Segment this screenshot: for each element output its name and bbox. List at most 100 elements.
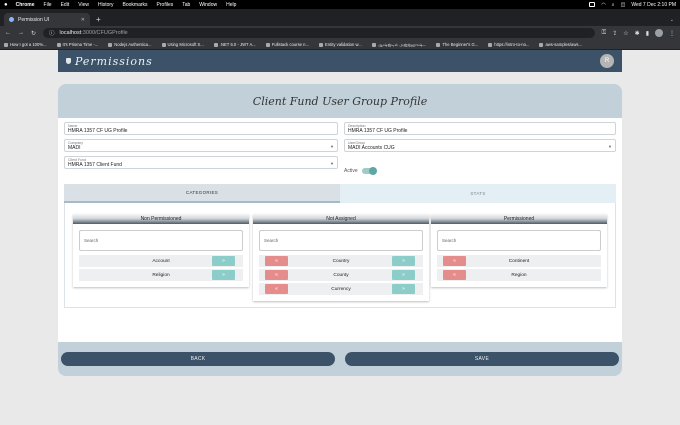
menu-tab[interactable]: Tab (182, 2, 190, 8)
page-title: Client Fund User Group Profile (252, 94, 428, 108)
tab-bar: CATEGORIES STATS (64, 184, 616, 203)
github-icon (539, 42, 544, 47)
wifi-icon[interactable]: ◠ (601, 2, 605, 8)
usergroup-value: MADI Accounts CUG (348, 145, 395, 151)
category-panels: Non Permissioned Search Account » Religi… (64, 203, 616, 308)
bookmark-favicon-icon (436, 42, 441, 47)
tab-search-chevron-icon[interactable]: ⌄ (670, 17, 674, 23)
battery-icon[interactable] (589, 2, 596, 7)
move-right-button[interactable]: » (392, 284, 415, 294)
bookmark-item[interactable]: https://intro-to-no... (488, 42, 529, 47)
forward-arrow-icon[interactable]: → (18, 30, 24, 36)
bookmark-favicon-icon (56, 42, 61, 47)
browser-toolbar: ← → ↻ ⓘ localhost:3000/CFUGProfile ⚿ ⇪ ☆… (0, 26, 680, 40)
site-info-icon[interactable]: ⓘ (49, 29, 55, 37)
bookmark-favicon-icon (265, 42, 270, 47)
browser-tab-strip: Permission UI ✕ + ⌄ (0, 9, 680, 26)
usergroup-select[interactable]: UserGroup MADI Accounts CUG ▼ (344, 139, 616, 152)
reload-icon[interactable]: ↻ (31, 30, 36, 37)
search-input[interactable]: Search (437, 230, 601, 251)
bookmark-item[interactable]: How I got a 100%... (4, 42, 47, 47)
bookmark-item[interactable]: Nodejs Authentica... (108, 42, 152, 47)
url-host: localhost (59, 30, 82, 36)
non-permissioned-panel: Non Permissioned Search Account » Religi… (73, 214, 249, 287)
bookmark-item[interactable]: aws-samples/aws... (539, 42, 582, 47)
chevron-down-icon: ▼ (330, 144, 334, 149)
user-avatar[interactable]: R (600, 54, 614, 68)
toolbar-icons: ⚿ ⇪ ☆ ✱ ▮ ⋮ (602, 29, 675, 37)
permissioned-panel: Permissioned Search « Continent « Region (431, 214, 607, 287)
list-item: « Country » (259, 255, 423, 267)
clock[interactable]: Wed 7 Dec 2:10 PM (631, 2, 676, 8)
bookmark-favicon-icon (488, 42, 493, 47)
move-right-button[interactable]: » (212, 270, 235, 280)
menu-app[interactable]: Chrome (16, 2, 35, 8)
bookmark-item[interactable]: .NET 6.0 - JWT A... (213, 42, 256, 47)
menu-view[interactable]: View (78, 2, 89, 8)
back-button[interactable]: BACK (61, 352, 335, 366)
profile-card: Client Fund User Group Profile Name HMRA… (58, 84, 622, 376)
os-menu-bar: ● Chrome File Edit View History Bookmark… (0, 0, 680, 9)
chevron-down-icon: ▼ (330, 161, 334, 166)
close-tab-icon[interactable]: ✕ (81, 17, 85, 23)
back-arrow-icon[interactable]: ← (5, 30, 11, 36)
active-toggle-row: Active (344, 167, 377, 175)
clientfund-value: HMRA 1357 Client Fund (68, 162, 122, 168)
menu-window[interactable]: Window (199, 2, 217, 8)
active-label: Active (344, 168, 358, 174)
move-right-button[interactable]: » (392, 270, 415, 280)
menu-profiles[interactable]: Profiles (157, 2, 174, 8)
chevron-down-icon: ▼ (608, 144, 612, 149)
description-field[interactable]: Description HMRA 1357 CF UG Profile (344, 122, 616, 135)
share-icon[interactable]: ⇪ (612, 30, 617, 37)
bookmark-favicon-icon (161, 42, 166, 47)
save-button[interactable]: SAVE (345, 352, 619, 366)
bookmarks-bar: How I got a 100%... It's Prisma Time -..… (0, 40, 680, 50)
list-item: « County » (259, 269, 423, 281)
address-bar[interactable]: ⓘ localhost:3000/CFUGProfile (43, 28, 595, 38)
search-input[interactable]: Search (79, 230, 243, 251)
tab-stats[interactable]: STATS (340, 184, 616, 203)
panel-title: Non Permissioned (73, 214, 249, 224)
new-tab-icon[interactable]: + (96, 15, 101, 24)
bookmark-favicon-icon (213, 42, 218, 47)
key-icon[interactable]: ⚿ (602, 30, 607, 37)
name-field[interactable]: Name HMRA 1357 CF UG Profile (64, 122, 338, 135)
search-icon[interactable]: ⌕ (612, 2, 615, 8)
tab-favicon-icon (9, 17, 14, 22)
menu-bookmarks[interactable]: Bookmarks (123, 2, 148, 8)
extensions-icon[interactable]: ✱ (635, 30, 640, 37)
list-item: « Region (437, 269, 601, 281)
control-center-icon[interactable]: ◫ (621, 2, 626, 8)
menu-file[interactable]: File (44, 2, 52, 8)
menu-help[interactable]: Help (226, 2, 236, 8)
clientfund-select[interactable]: Client Fund HMRA 1357 Client Fund ▼ (64, 156, 338, 169)
bookmark-item[interactable]: It's Prisma Time -... (56, 42, 98, 47)
bookmark-item[interactable]: Fullstack course n... (265, 42, 309, 47)
menu-edit[interactable]: Edit (61, 2, 70, 8)
active-toggle[interactable] (361, 167, 377, 175)
apple-icon[interactable]: ● (4, 2, 8, 8)
description-value: HMRA 1357 CF UG Profile (348, 128, 408, 134)
move-right-button[interactable]: » (392, 256, 415, 266)
bookmark-star-icon[interactable]: ☆ (623, 30, 628, 37)
list-item: « Currency » (259, 283, 423, 295)
bookmark-favicon-icon (371, 42, 376, 47)
move-right-button[interactable]: » (212, 256, 235, 266)
search-input[interactable]: Search (259, 230, 423, 251)
bookmark-item[interactable]: The Beginner's G... (436, 42, 478, 47)
bookmark-item[interactable]: Entity validation w... (318, 42, 362, 47)
app-brand[interactable]: Permissions (75, 55, 153, 68)
bookmark-item[interactable]: ஆஷ்ஜ்டில் அஜ்ஜ்ஹுஷ்... (371, 42, 426, 48)
form-actions: BACK SAVE (58, 342, 622, 376)
more-menu-icon[interactable]: ⋮ (669, 30, 675, 37)
sidebar-icon[interactable]: ▮ (646, 30, 649, 37)
bookmark-item[interactable]: Using Microsoft S... (161, 42, 204, 47)
profile-avatar-icon[interactable] (655, 29, 663, 37)
company-value: MADI (68, 145, 81, 151)
menu-history[interactable]: History (98, 2, 114, 8)
company-select[interactable]: Company MADI ▼ (64, 139, 338, 152)
shield-icon (66, 58, 71, 64)
tab-categories[interactable]: CATEGORIES (64, 184, 340, 203)
browser-tab[interactable]: Permission UI ✕ (4, 13, 90, 26)
